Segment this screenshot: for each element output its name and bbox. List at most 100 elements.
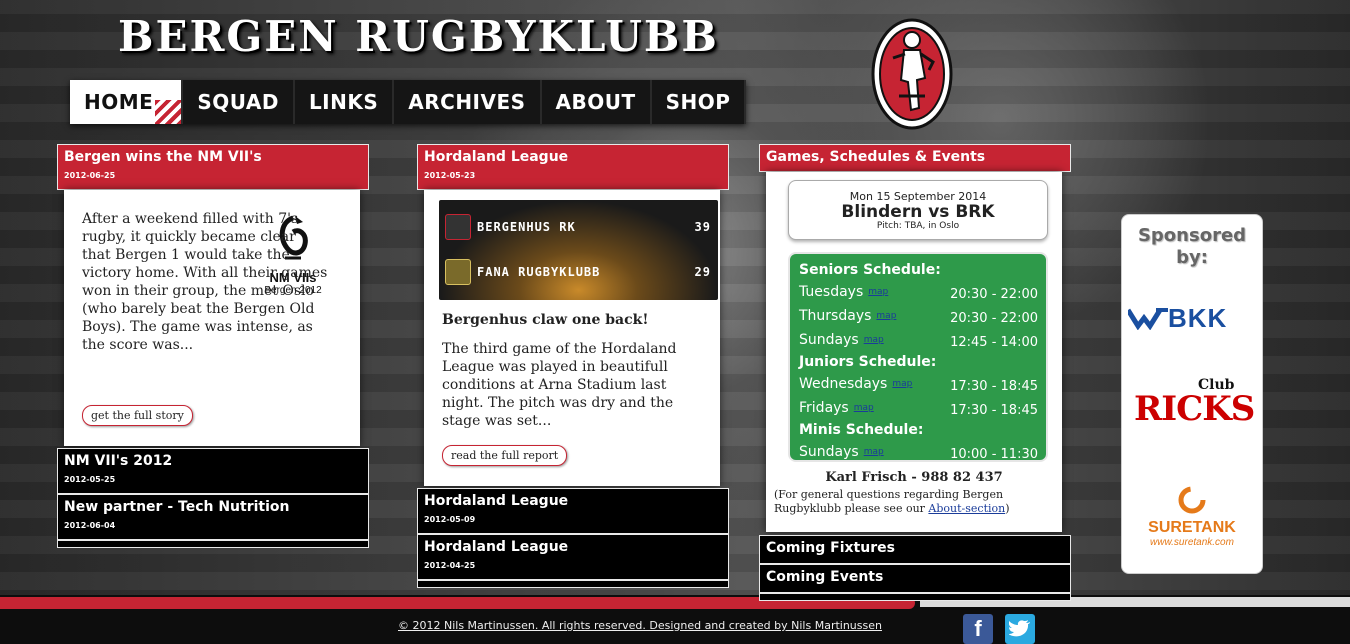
scoreboard-score: 39	[694, 220, 711, 234]
schedule-row: Tuesdays map 20:30 - 22:00	[799, 280, 1038, 304]
schedule-time: 17:30 - 18:45	[950, 378, 1038, 394]
news-card-header[interactable]: Hordaland League 2012-05-23	[417, 144, 729, 190]
schedule-day: Fridays	[799, 400, 849, 416]
news-list-headline[interactable]: Hordaland League	[424, 493, 722, 509]
scoreboard-image: BERGENHUS RK 39 FANA RUGBYKLUBB 29	[439, 200, 718, 300]
schedule-row: Sundays map 10:00 - 11:30	[799, 440, 1038, 464]
schedule-heading: Juniors Schedule:	[799, 354, 937, 370]
schedule-time: 20:30 - 22:00	[950, 310, 1038, 326]
sponsor-name: SURETANK	[1148, 519, 1236, 536]
facebook-icon[interactable]: f	[963, 614, 993, 644]
sponsor-ricks-logo[interactable]: Club RICKS	[1132, 375, 1256, 435]
scoreboard-team: FANA RUGBYKLUBB	[477, 265, 601, 279]
news-headline[interactable]: Bergen wins the NM VII's	[64, 149, 362, 165]
sponsor-url: www.suretank.com	[1150, 537, 1234, 548]
next-match-box[interactable]: Mon 15 September 2014 Blindern vs BRK Pi…	[788, 180, 1048, 240]
scoreboard-score: 29	[694, 265, 711, 279]
news-list-item[interactable]: Hordaland League 2012-04-25	[417, 534, 729, 580]
schedule-day: Wednesdays	[799, 376, 888, 392]
contact-note: (For general questions regarding Bergen …	[774, 488, 1014, 516]
schedule-time: 17:30 - 18:45	[950, 402, 1038, 418]
news-excerpt: The third game of the Hordaland League w…	[442, 341, 677, 429]
schedule-heading: Minis Schedule:	[799, 422, 924, 438]
main-nav: HOME SQUAD LINKS ARCHIVES ABOUT SHOP	[70, 80, 747, 124]
map-link[interactable]: map	[864, 447, 884, 457]
full-report-button[interactable]: read the full report	[442, 445, 568, 466]
schedule-day: Thursdays	[799, 308, 872, 324]
sponsors-panel: Sponsored by: BKK Club RICKS SURETANK ww…	[1121, 214, 1263, 574]
map-link[interactable]: map	[892, 379, 912, 389]
map-link[interactable]: map	[864, 335, 884, 345]
news-list-headline[interactable]: NM VII's 2012	[64, 453, 362, 469]
events-list-item[interactable]: Coming Events	[759, 564, 1071, 593]
events-list-headline[interactable]: Coming Events	[766, 569, 1064, 585]
schedule-row: Sundays map 12:45 - 14:00	[799, 328, 1038, 352]
nav-shop[interactable]: SHOP	[651, 80, 747, 124]
news-list-date: 2012-06-04	[64, 521, 116, 530]
nav-archives[interactable]: ARCHIVES	[394, 80, 542, 124]
news-headline[interactable]: Hordaland League	[424, 149, 722, 165]
schedule-time: 12:45 - 14:00	[950, 334, 1038, 350]
sponsor-name: BKK	[1168, 302, 1228, 333]
twitter-icon[interactable]	[1005, 614, 1035, 644]
news-card-body: BERGENHUS RK 39 FANA RUGBYKLUBB 29 Berge…	[424, 190, 720, 486]
site-title[interactable]: BERGEN RUGBYKLUBB	[118, 12, 719, 61]
news-list-item[interactable]: New partner - Tech Nutrition 2012-06-04	[57, 494, 369, 540]
news-list-date: 2012-04-25	[424, 561, 476, 570]
sponsor-bkk-logo[interactable]: BKK	[1128, 301, 1258, 335]
about-section-link[interactable]: About-section	[928, 502, 1005, 515]
news-list-end	[417, 580, 729, 588]
events-list-headline[interactable]: Coming Fixtures	[766, 540, 1064, 556]
map-link[interactable]: map	[868, 287, 888, 297]
footer-copyright[interactable]: © 2012 Nils Martinussen. All rights rese…	[0, 619, 1280, 632]
contact-note-close: )	[1005, 502, 1010, 515]
events-list-end	[759, 593, 1071, 601]
twitter-bird-icon	[1008, 620, 1030, 637]
events-list-item[interactable]: Coming Fixtures	[759, 535, 1071, 564]
news-list-headline[interactable]: New partner - Tech Nutrition	[64, 499, 362, 515]
suretank-swirl-icon	[1178, 486, 1206, 514]
events-card-body: Mon 15 September 2014 Blindern vs BRK Pi…	[766, 172, 1062, 532]
schedule-row: Wednesdays map 17:30 - 18:45	[799, 372, 1038, 396]
nav-about[interactable]: ABOUT	[541, 80, 652, 124]
sponsors-heading: Sponsored by:	[1137, 225, 1247, 268]
schedule-heading: Seniors Schedule:	[799, 262, 941, 278]
schedule-day: Sundays	[799, 444, 859, 460]
map-link[interactable]: map	[854, 403, 874, 413]
news-list-date: 2012-05-09	[424, 515, 476, 524]
schedule-time: 20:30 - 22:00	[950, 286, 1038, 302]
schedule-row: Fridays map 17:30 - 18:45	[799, 396, 1038, 420]
next-match-title: Blindern vs BRK	[841, 202, 995, 222]
news-list-headline[interactable]: Hordaland League	[424, 539, 722, 555]
news-card-body: NM VIIs Bergen 2012 After a weekend fill…	[64, 190, 360, 446]
events-header[interactable]: Games, Schedules & Events	[759, 144, 1071, 172]
schedule-row: Thursdays map 20:30 - 22:00	[799, 304, 1038, 328]
news-list-item[interactable]: Hordaland League 2012-05-09	[417, 488, 729, 534]
schedule-day: Tuesdays	[799, 284, 864, 300]
scoreboard-row: FANA RUGBYKLUBB 29	[445, 255, 711, 289]
sponsor-suretank-logo[interactable]: SURETANK www.suretank.com	[1122, 485, 1262, 548]
news-excerpt: After a weekend filled with 7's rugby, i…	[82, 211, 328, 353]
sponsor-name: RICKS	[1134, 389, 1255, 429]
news-list-item[interactable]: NM VII's 2012 2012-05-25	[57, 448, 369, 494]
contact-name: Karl Frisch - 988 82 437	[825, 470, 1003, 485]
map-link[interactable]: map	[876, 311, 896, 321]
bkk-wave-icon	[1128, 308, 1168, 330]
nav-links[interactable]: LINKS	[294, 80, 395, 124]
bergenhus-badge-icon	[445, 214, 471, 240]
news-card-header[interactable]: Bergen wins the NM VII's 2012-06-25	[57, 144, 369, 190]
nav-home[interactable]: HOME	[70, 80, 184, 124]
news-subheadline: Bergenhus claw one back!	[442, 312, 649, 328]
schedule-time: 10:00 - 11:30	[950, 446, 1038, 462]
club-crest-logo[interactable]	[871, 18, 953, 130]
scoreboard-row: BERGENHUS RK 39	[445, 210, 711, 244]
events-heading[interactable]: Games, Schedules & Events	[766, 149, 1064, 165]
news-list-date: 2012-05-25	[64, 475, 116, 484]
fana-badge-icon	[445, 259, 471, 285]
training-schedule: Seniors Schedule: Tuesdays map 20:30 - 2…	[788, 252, 1048, 462]
news-list-end	[57, 540, 369, 548]
full-story-button[interactable]: get the full story	[82, 405, 193, 426]
news-date: 2012-06-25	[64, 171, 116, 180]
nav-squad[interactable]: SQUAD	[183, 80, 295, 124]
news-date: 2012-05-23	[424, 171, 476, 180]
